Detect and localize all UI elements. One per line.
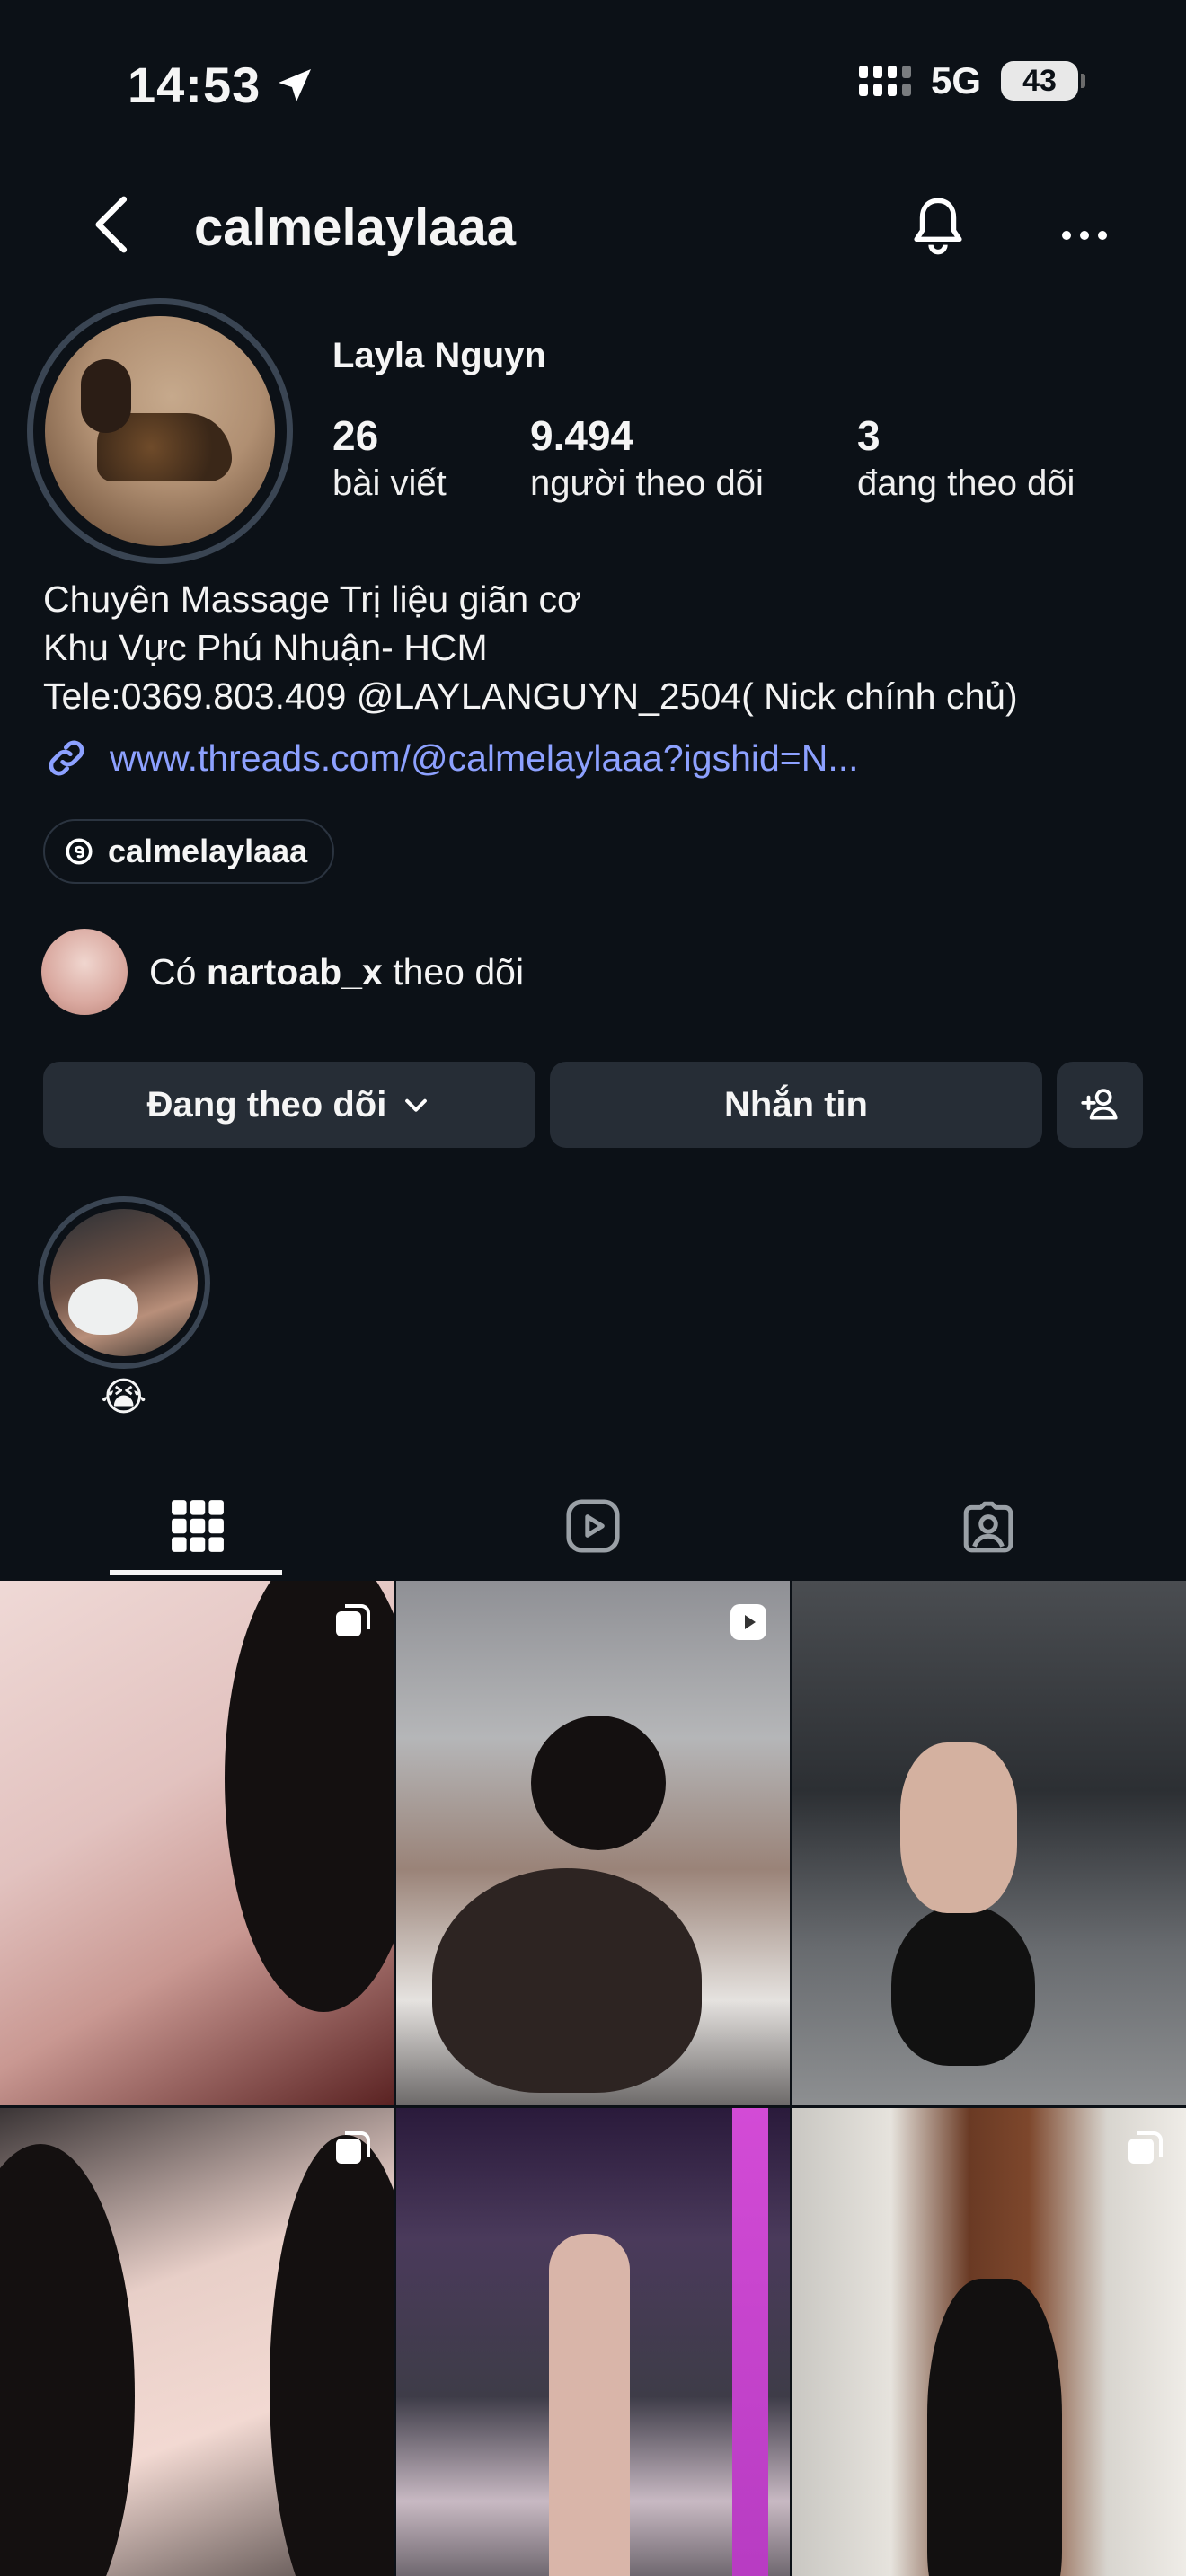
posts-grid	[0, 1581, 1186, 2576]
following-count: 3	[857, 412, 881, 459]
mutual-avatar	[41, 929, 128, 1015]
threads-handle: calmelaylaaa	[108, 833, 308, 869]
bio-line: Chuyên Massage Trị liệu giãn cơ	[43, 578, 581, 620]
cat-image	[68, 1279, 138, 1335]
display-name: Layla Nguyn	[332, 336, 546, 375]
post-figure	[531, 1716, 666, 1850]
mutual-name: nartoab_x	[206, 950, 383, 992]
threads-badge[interactable]: calmelaylaaa	[43, 819, 335, 884]
mutual-text: Có nartoab_x theo dõi	[149, 951, 524, 993]
following-stat[interactable]: 3 đang theo dõi	[857, 411, 1075, 504]
message-button[interactable]: Nhắn tin	[550, 1062, 1042, 1148]
tab-reels[interactable]	[395, 1473, 791, 1579]
followers-label: người theo dõi	[530, 463, 764, 503]
tab-posts-grid[interactable]	[0, 1473, 395, 1579]
battery-level: 43	[1022, 63, 1057, 98]
carousel-icon	[1128, 2131, 1163, 2164]
post-figure	[432, 1868, 702, 2093]
story-highlight[interactable]	[38, 1196, 210, 1369]
post-figure	[549, 2234, 630, 2576]
post-thumbnail[interactable]	[792, 2108, 1186, 2576]
profile-link[interactable]: www.threads.com/@calmelaylaaa?igshid=N..…	[43, 735, 859, 781]
followers-count: 9.494	[530, 412, 634, 459]
bio-line: Tele:0369.803.409 @LAYLANGUYN_2504( Nick…	[43, 675, 1018, 717]
post-figure	[891, 1904, 1035, 2066]
notifications-button[interactable]	[897, 185, 979, 268]
profile-avatar[interactable]	[27, 298, 293, 564]
profile-username: calmelaylaaa	[194, 198, 516, 257]
back-button[interactable]	[61, 171, 160, 278]
status-bar: 14:53 5G 43	[0, 0, 1186, 171]
cellular-signal-icon	[858, 66, 911, 96]
link-icon	[49, 740, 84, 776]
post-thumbnail[interactable]	[792, 1581, 1186, 2105]
avatar-image	[45, 316, 275, 546]
more-options-button[interactable]	[1026, 181, 1143, 289]
posts-label: bài viết	[332, 463, 447, 503]
post-thumbnail[interactable]	[396, 1581, 790, 2105]
followers-stat[interactable]: 9.494 người theo dõi	[530, 411, 764, 504]
following-button[interactable]: Đang theo dõi	[43, 1062, 535, 1148]
reels-icon	[566, 1499, 620, 1553]
suggest-people-button[interactable]	[1057, 1062, 1143, 1148]
battery-icon: 43	[1001, 61, 1085, 101]
profile-page: 14:53 5G 43 calmelaylaaa Layla Nguyn 26 …	[0, 0, 1186, 2576]
posts-stat[interactable]: 26 bài viết	[332, 411, 447, 504]
tab-tagged[interactable]	[791, 1473, 1186, 1579]
post-thumbnail[interactable]	[0, 2108, 394, 2576]
grid-icon	[172, 1500, 224, 1552]
link-text: www.threads.com/@calmelaylaaa?igshid=N..…	[110, 737, 859, 779]
posts-count: 26	[332, 412, 379, 459]
post-figure	[927, 2279, 1062, 2576]
mutual-followers[interactable]: Có nartoab_x theo dõi	[41, 929, 524, 1015]
network-type: 5G	[930, 59, 981, 101]
time-text: 14:53	[128, 57, 261, 113]
post-thumbnail[interactable]	[0, 1581, 394, 2105]
message-button-label: Nhắn tin	[724, 1084, 868, 1125]
post-figure	[732, 2108, 768, 2576]
content-tabs	[0, 1473, 1186, 1579]
profile-bio: Chuyên Massage Trị liệu giãn cơ Khu Vực …	[43, 575, 1018, 720]
following-label: đang theo dõi	[857, 463, 1075, 503]
carousel-icon	[336, 2131, 370, 2164]
post-figure	[225, 1581, 394, 2012]
post-figure	[0, 2144, 135, 2576]
status-time: 14:53	[128, 56, 316, 114]
status-indicators: 5G 43	[858, 59, 1085, 102]
chevron-left-icon	[95, 196, 128, 253]
profile-header: calmelaylaaa	[0, 171, 1186, 287]
mutual-suffix: theo dõi	[393, 950, 525, 992]
threads-icon	[66, 838, 93, 865]
post-figure	[270, 2135, 394, 2576]
active-tab-indicator	[110, 1570, 282, 1575]
following-button-label: Đang theo dõi	[146, 1084, 387, 1125]
bell-icon	[914, 198, 962, 255]
bio-line: Khu Vực Phú Nhuận- HCM	[43, 627, 488, 668]
carousel-icon	[336, 1604, 370, 1636]
highlight-label: 😭	[101, 1375, 147, 1419]
highlight-cover	[50, 1209, 198, 1356]
post-thumbnail[interactable]	[396, 2108, 790, 2576]
more-dots-icon	[1062, 231, 1107, 240]
location-arrow-icon	[279, 68, 312, 101]
chevron-down-icon	[405, 1098, 428, 1112]
mutual-prefix: Có	[149, 950, 197, 992]
add-person-icon	[1081, 1089, 1118, 1120]
tagged-icon	[963, 1501, 1013, 1553]
post-figure	[900, 1742, 1017, 1913]
reel-icon	[730, 1604, 766, 1640]
